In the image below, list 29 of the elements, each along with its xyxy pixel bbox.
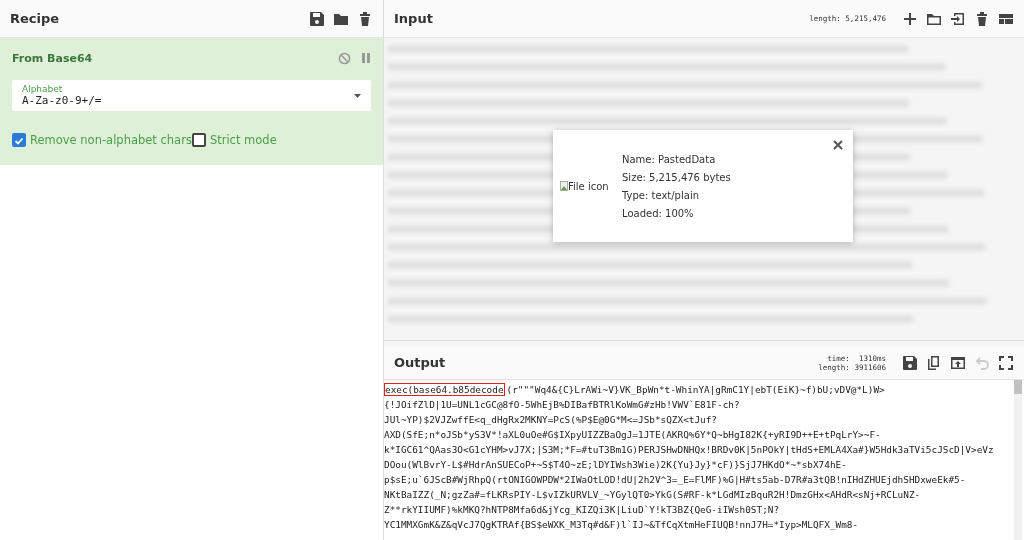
operation-name: From Base64 [12, 51, 94, 65]
caret-icon [354, 93, 361, 98]
trash-icon[interactable] [974, 10, 990, 27]
plus-icon[interactable] [902, 10, 918, 27]
replace-input-icon[interactable] [950, 354, 966, 371]
trash-icon[interactable] [357, 10, 373, 27]
close-button[interactable] [831, 138, 845, 152]
output-text: exec(base64.b85decode (r"""Wq4&{C}LrAWi~V}VK_BpWn*t-WhinYA|gRmC1Y|ebT(EiK}~f)bU;vDV@*L)W> {!JOifZlD|1U=UNL1cGC@8fO-5WhEjB%DIBafBTRlKoWmG#zHb!VWV`E81F-ch? JUl~YP)$2VJZwffE<q_dHgRx2MKNY=PcS(%P$E@0G*M<=JSb*sQZX<tJuf? AXD(SfE;n*oJSb*yS3V*!aXL0uOe#G$IXpyUIZZBaOgJ=1JTE(AKRQ%6Y*Q~bHgI82K{+yRI9D++E+tPqLrY>~F- k*IGC61^QAas3O<G1cYHM>vJ7X;|S3M;*F=#tuT3Bm1G)PERJSHwDNHQx!BRDv0K|5nPOkY|tHdS+EMLA4Xa#}W5Hdk3aTVi5cJScD|V>eVz DOou(WlBvrY-L$#HdrAnSUECoP+~S$T4O~zE;lDYIWsh3Wie)2K{Yu}Jy}*cF)}SjJ7HKdO*~*sbX74hE- p$sE;u`6JScB#WjRhpQ(rtONIGOWPDW*2IWaOtLOD!dU|2h2V^3=_E=FlMF)%G|H#ts5ab-D7R#a3tQB!nIHdZHUEjdhSHDxweEk#5- NKtBaIZZ(_N;gzZa#=fLKRsPIY-L$vIZkURVLV_~YGylQT0>YkG(S#RF-k*LGdMIzBquR2H!DmzGHx<AHdR<sNj+RCLuNZ- Z**rkYIIUMF)%kMKQ?hNTP8Mfa6d&jYcg_KIZQi3K|LiuD`Y!kT3BZ{QeG-iIWsh0ST;N? YC1MMXGmK&Z&qVcJ7QgKTRAf{BS$eWXK_M3Tq#d&F)l`IJ~&TfCqXtmHeFIUQB!nnJ7H=*Iyp>MLQFX_Wm8- [384, 380, 1024, 540]
checkbox-label: Remove non-alphabet chars [30, 133, 192, 147]
save-icon[interactable] [902, 354, 918, 371]
checkbox[interactable] [12, 133, 26, 147]
checkbox-label: Strict mode [209, 133, 277, 147]
file-detail: Loaded: 100% [622, 207, 695, 219]
alphabet-dropdown[interactable]: Alphabet A-Za-z0-9+/= [12, 80, 371, 111]
import-icon[interactable] [950, 10, 966, 27]
panel-title: Output [394, 355, 447, 370]
file-detail: Name: PastedData [622, 153, 717, 165]
panel-title: Input [394, 11, 434, 26]
checkbox[interactable] [191, 133, 206, 147]
scrollbar[interactable] [1014, 380, 1022, 540]
check-icon [14, 136, 24, 146]
fullscreen-icon[interactable] [998, 354, 1014, 371]
broken-image: File icon [560, 180, 618, 192]
file-detail: Type: text/plain [622, 189, 700, 201]
copy-icon[interactable] [926, 354, 942, 371]
highlight-box: exec(base64.b85decode [384, 383, 505, 396]
file-detail: Size: 5,215,476 bytes [622, 171, 731, 183]
save-icon[interactable] [309, 10, 325, 27]
panel-title: Recipe [10, 11, 61, 26]
